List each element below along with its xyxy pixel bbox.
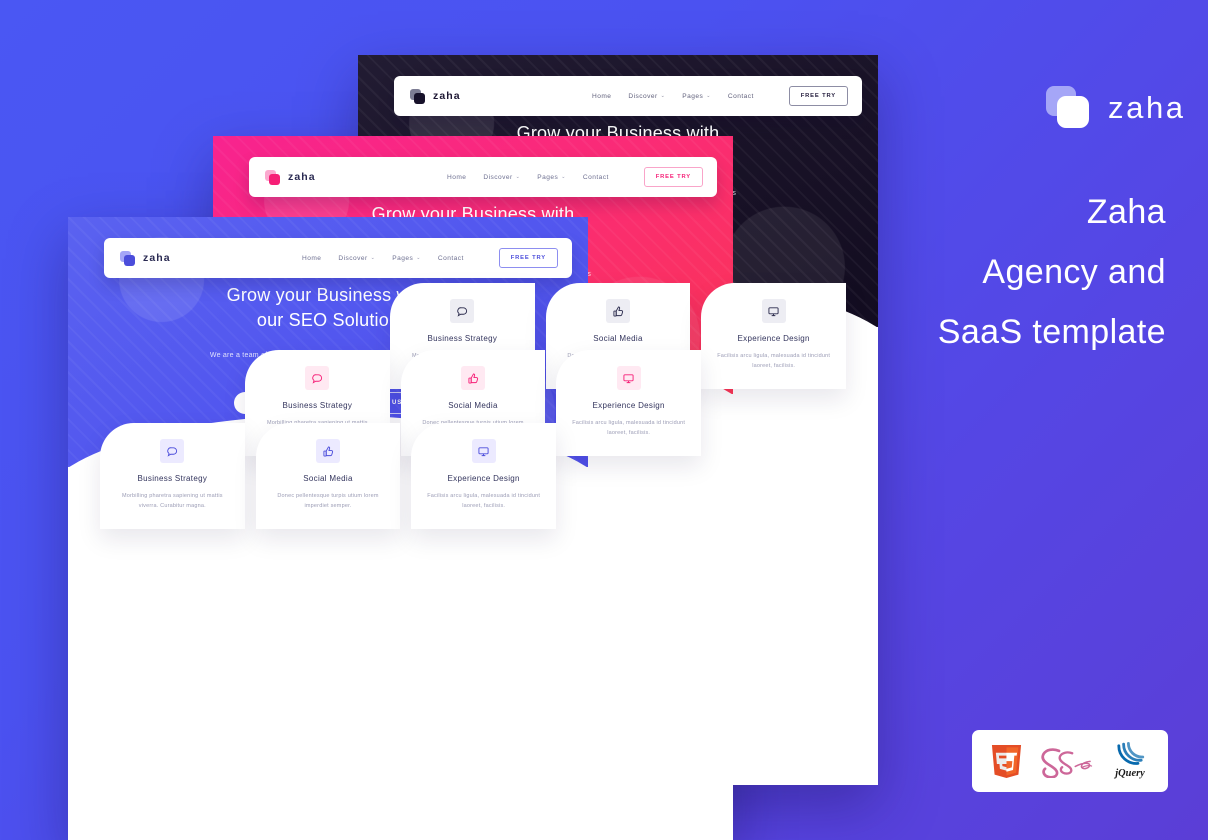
nav-link-label: Discover: [338, 254, 368, 262]
chevron-down-icon: ⌄: [370, 255, 376, 261]
nav-link-label: Pages: [392, 254, 414, 262]
nav-link-label: Contact: [437, 254, 464, 262]
monitor-icon: [616, 366, 641, 390]
free-try-button[interactable]: FREE TRY: [788, 86, 848, 106]
feature-card-title: Experience Design: [737, 334, 810, 343]
feature-card-title: Business Strategy: [282, 401, 353, 410]
feature-card-title: Social Media: [448, 401, 498, 410]
navbar-links[interactable]: Home Discover ⌄ Pages ⌄ Contact FREE TRY: [447, 167, 703, 187]
nav-link-discover[interactable]: Discover ⌄: [338, 255, 375, 262]
svg-text:jQuery: jQuery: [1113, 768, 1145, 779]
nav-link-label: Discover: [628, 92, 658, 100]
sass-icon: [1035, 744, 1097, 778]
feature-card-title: Business Strategy: [137, 474, 208, 483]
chevron-down-icon: ⌄: [515, 174, 521, 180]
nav-link-home[interactable]: Home: [302, 255, 321, 262]
feature-card-title: Social Media: [593, 334, 643, 343]
nav-link-pages[interactable]: Pages ⌄: [682, 93, 711, 100]
nav-link-pages[interactable]: Pages ⌄: [537, 174, 566, 181]
html5-icon: [990, 743, 1023, 780]
zaha-logo-icon: [410, 88, 426, 104]
hero-title-line2: our SEO Solution: [256, 310, 400, 330]
nav-link-label: Contact: [727, 92, 754, 100]
nav-link-home[interactable]: Home: [592, 93, 611, 100]
navbar-brand[interactable]: zaha: [120, 250, 171, 266]
feature-card[interactable]: Experience Design Facilisis arcu ligula,…: [556, 350, 702, 456]
nav-link-contact[interactable]: Contact: [583, 174, 609, 181]
feature-card-text: Facilisis arcu ligula, malesuada id tinc…: [427, 493, 541, 509]
navbar-brand[interactable]: zaha: [265, 169, 316, 185]
navbar-links[interactable]: Home Discover ⌄ Pages ⌄ Contact FREE TRY: [302, 248, 558, 268]
nav-link-label: Discover: [483, 173, 513, 181]
free-try-button[interactable]: FREE TRY: [643, 167, 703, 187]
thumbs-up-icon: [316, 439, 340, 463]
nav-link-pages[interactable]: Pages ⌄: [392, 255, 421, 262]
feature-card-text: Facilisis arcu ligula, malesuada id tinc…: [717, 353, 831, 369]
brand-name: zaha: [1108, 90, 1186, 125]
chat-bubble-icon: [450, 299, 475, 323]
chevron-down-icon: ⌄: [416, 255, 421, 261]
jquery-icon: jQuery: [1110, 741, 1150, 781]
nav-link-label: Home: [447, 173, 467, 181]
brand-block: zaha: [1046, 86, 1186, 130]
poster-canvas: zaha Home Discover ⌄ Pages ⌄ Contact FREE …: [0, 0, 1208, 840]
thumbs-up-icon: [606, 299, 630, 323]
nav-link-label: Contact: [582, 173, 609, 181]
chevron-down-icon: ⌄: [561, 174, 566, 180]
nav-link-home[interactable]: Home: [447, 174, 466, 181]
chevron-down-icon: ⌄: [706, 93, 711, 99]
feature-card[interactable]: Experience Design Facilisis arcu ligula,…: [411, 423, 557, 529]
navbar-brand-text: zaha: [433, 90, 461, 102]
feature-card-text: Facilisis arcu ligula, malesuada id tinc…: [572, 420, 686, 436]
zaha-logo-icon: [265, 169, 281, 185]
feature-card[interactable]: Social Media Donec pellentesque turpis u…: [255, 423, 401, 529]
chat-bubble-icon: [160, 439, 185, 463]
free-try-button[interactable]: FREE TRY: [498, 248, 558, 268]
navbar-links[interactable]: Home Discover ⌄ Pages ⌄ Contact FREE TRY: [592, 86, 848, 106]
monitor-icon: [471, 439, 496, 463]
nav-link-label: Home: [592, 92, 612, 100]
feature-card-title: Social Media: [303, 474, 353, 483]
zaha-logo-icon: [120, 250, 136, 266]
thumbs-up-icon: [461, 366, 485, 390]
nav-link-contact[interactable]: Contact: [438, 255, 464, 262]
feature-cards: Business Strategy Morbilling pharetra sa…: [100, 423, 557, 529]
navbar-brand-text: zaha: [143, 252, 171, 264]
site-navbar[interactable]: zaha Home Discover ⌄ Pages ⌄ Contact FREE …: [104, 238, 572, 278]
nav-link-label: Pages: [537, 173, 559, 181]
feature-card-title: Experience Design: [592, 401, 665, 410]
nav-link-contact[interactable]: Contact: [728, 93, 754, 100]
feature-card[interactable]: Experience Design Facilisis arcu ligula,…: [701, 283, 847, 389]
feature-card-title: Business Strategy: [427, 334, 498, 343]
feature-card-title: Experience Design: [447, 474, 520, 483]
nav-link-label: Home: [302, 254, 322, 262]
zaha-logo-icon: [1046, 86, 1092, 130]
nav-link-discover[interactable]: Discover ⌄: [483, 174, 520, 181]
site-navbar[interactable]: zaha Home Discover ⌄ Pages ⌄ Contact FREE …: [394, 76, 862, 116]
feature-card-text: Donec pellentesque turpis utium lorem im…: [277, 493, 379, 509]
tech-badges: jQuery: [972, 730, 1168, 792]
nav-link-discover[interactable]: Discover ⌄: [628, 93, 665, 100]
navbar-brand[interactable]: zaha: [410, 88, 461, 104]
feature-card-text: Morbilling pharetra sapiening ut mattis …: [121, 493, 223, 509]
monitor-icon: [761, 299, 786, 323]
nav-link-label: Pages: [682, 92, 704, 100]
site-navbar[interactable]: zaha Home Discover ⌄ Pages ⌄ Contact FREE …: [249, 157, 717, 197]
chat-bubble-icon: [305, 366, 330, 390]
navbar-brand-text: zaha: [288, 171, 316, 183]
chevron-down-icon: ⌄: [660, 93, 666, 99]
feature-card[interactable]: Business Strategy Morbilling pharetra sa…: [100, 423, 245, 529]
